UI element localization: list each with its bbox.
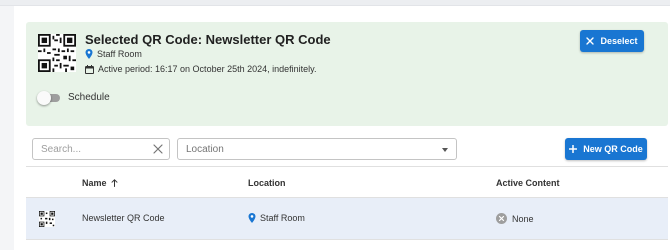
new-qr-code-label: New QR Code [583,144,643,154]
row-location-text: Staff Room [260,213,305,223]
selected-qr-title: Selected QR Code: Newsletter QR Code [85,32,331,47]
qr-codes-panel: Selected QR Code: Newsletter QR Code Sta… [14,6,670,250]
sort-ascending-icon [111,179,118,187]
row-active-content: None [496,213,534,224]
schedule-label: Schedule [68,92,110,103]
active-period-text: Active period: 16:17 on October 25th 202… [98,64,317,74]
selected-location-row: Staff Room [85,49,142,59]
search-input[interactable] [41,143,141,156]
dropdown-arrow-icon [442,148,448,152]
column-name-label: Name [82,178,107,188]
location-select[interactable]: Location [177,138,457,160]
location-select-placeholder: Location [186,144,224,155]
schedule-toggle[interactable] [37,90,60,105]
deselect-label: Deselect [600,36,638,46]
table-header: Name Location Active Content [26,166,668,198]
row-name-text: Newsletter QR Code [82,213,165,223]
column-active-content-label: Active Content [496,178,560,188]
calendar-icon [85,64,94,74]
plus-icon [569,145,578,153]
column-header-location[interactable]: Location [248,178,286,188]
map-pin-icon [85,49,93,59]
row-location: Staff Room [248,213,305,223]
row-name: Newsletter QR Code [82,213,165,223]
map-pin-icon [248,213,256,223]
column-header-active-content[interactable]: Active Content [496,178,560,188]
active-period-row: Active period: 16:17 on October 25th 202… [85,64,316,74]
close-icon [586,37,595,45]
schedule-toggle-row: Schedule [37,90,110,105]
cancel-circle-icon [496,213,507,224]
column-header-name[interactable]: Name [82,178,118,188]
search-field[interactable] [32,138,170,160]
qr-code-image-large [38,34,76,72]
qr-codes-table: Name Location Active Content Newsletter … [26,166,668,240]
deselect-button[interactable]: Deselect [580,30,644,52]
selected-location-text: Staff Room [97,49,142,59]
clear-search-icon[interactable] [153,144,163,154]
qr-code-thumbnail [39,211,55,227]
new-qr-code-button[interactable]: New QR Code [565,138,647,160]
column-location-label: Location [248,178,286,188]
selected-qr-card: Selected QR Code: Newsletter QR Code Sta… [26,22,668,126]
table-row[interactable]: Newsletter QR Code Staff Room None [26,198,668,240]
toggle-knob [37,90,51,105]
row-active-content-text: None [512,213,534,224]
